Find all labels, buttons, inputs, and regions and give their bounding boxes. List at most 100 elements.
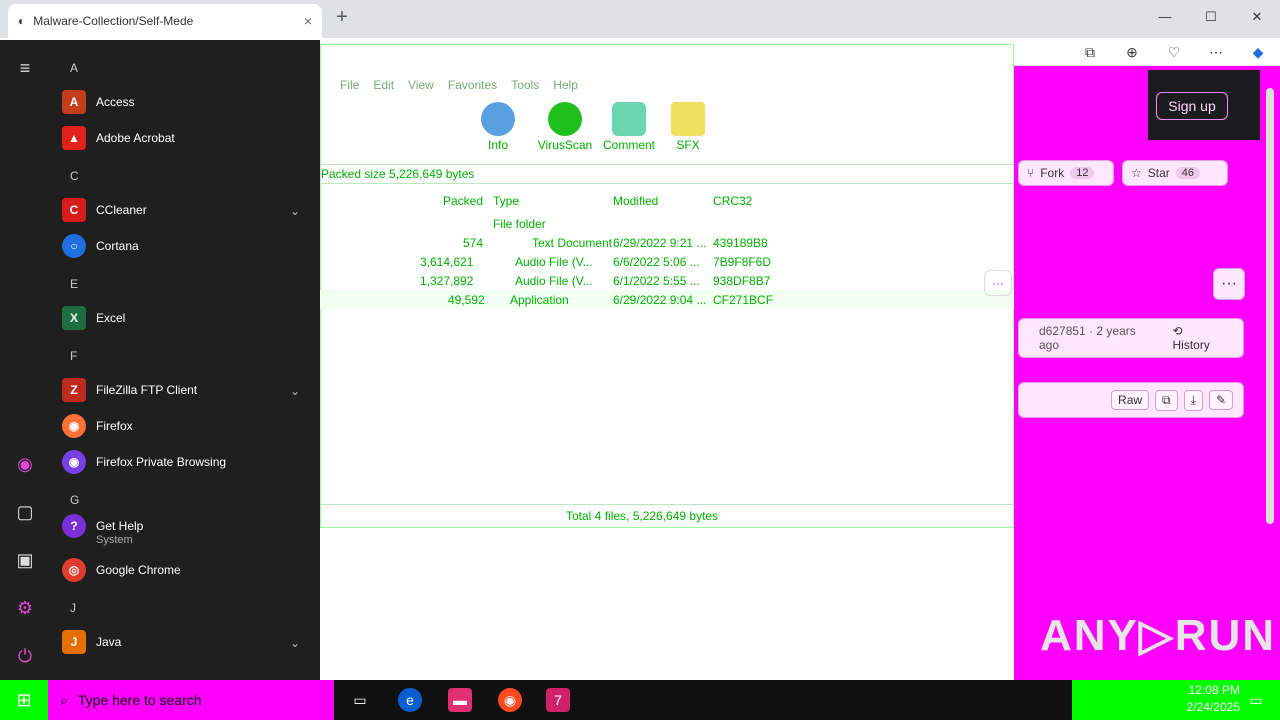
app-access[interactable]: A Access <box>62 84 135 120</box>
notifications-icon[interactable]: ▭ <box>1244 688 1268 712</box>
menu-edit[interactable]: Edit <box>373 78 394 96</box>
menu-view[interactable]: View <box>408 78 434 96</box>
settings-icon[interactable]: ⚙ <box>13 596 37 620</box>
menu-help[interactable]: Help <box>553 78 578 96</box>
star-label: Star <box>1147 166 1170 180</box>
clock-time: 12:08 PM <box>1188 683 1240 697</box>
cell-packed: 1,327,892 <box>420 274 474 288</box>
window-controls: — ☐ ✕ <box>1142 0 1280 34</box>
menu-favorites[interactable]: Favorites <box>448 78 497 96</box>
extensions-icon[interactable]: ⊕ <box>1118 40 1146 64</box>
info-button[interactable]: Info <box>466 98 530 152</box>
cell-type: Audio File (V... <box>515 255 593 269</box>
cell-type: Text Document <box>532 236 613 250</box>
history-icon: ⟲ <box>1172 324 1183 338</box>
menu-tools[interactable]: Tools <box>511 78 539 96</box>
letter-header[interactable]: E <box>70 277 78 291</box>
app-get-help[interactable]: ? Get Help System <box>62 508 143 546</box>
firefox-private-icon: ◉ <box>62 450 86 474</box>
edit-icon[interactable]: ✎ <box>1208 390 1233 410</box>
more-options-button[interactable]: ··· <box>1213 268 1245 300</box>
cell-packed: 49,592 <box>448 293 485 307</box>
app-firefox[interactable]: ◉ Firefox <box>62 408 133 444</box>
table-row[interactable]: File folder <box>320 214 1014 233</box>
archive-more-button[interactable]: ··· <box>984 270 1012 296</box>
tab-title: Malware-Collection/Self-Mede <box>33 14 194 28</box>
table-row[interactable]: 49,592 Application 6/29/2022 9:04 ... CF… <box>320 290 1014 309</box>
chevron-down-icon[interactable]: ⌄ <box>290 636 300 650</box>
browser-tab[interactable]: ◐ Malware-Collection/Self-Mede × <box>8 4 322 38</box>
letter-header[interactable]: C <box>70 169 79 183</box>
documents-icon[interactable]: ▢ <box>13 500 37 524</box>
fork-button[interactable]: ⑂ Fork 12 <box>1018 160 1114 186</box>
start-button[interactable]: ⊞ <box>0 680 48 720</box>
chevron-down-icon[interactable]: ⌄ <box>290 204 300 218</box>
pictures-icon[interactable]: ▣ <box>13 548 37 572</box>
cell-packed: 574 <box>463 236 484 250</box>
collections-icon[interactable]: ⧉ <box>1076 40 1104 64</box>
history-button[interactable]: ⟲ History <box>1173 324 1224 352</box>
scrollbar[interactable] <box>1266 88 1274 524</box>
maximize-button[interactable]: ☐ <box>1188 0 1234 34</box>
col-modified[interactable]: Modified <box>613 194 658 208</box>
minimize-button[interactable]: — <box>1142 0 1188 34</box>
app-firefox-private[interactable]: ◉ Firefox Private Browsing <box>62 444 226 480</box>
anyrun-watermark: ANY▷RUN <box>1040 611 1277 660</box>
file-explorer-icon[interactable]: ▬ <box>448 688 472 712</box>
letter-header[interactable]: J <box>70 601 76 615</box>
task-view-icon[interactable]: ▭ <box>348 688 372 712</box>
table-row[interactable]: 1,327,892 Audio File (V... 6/1/2022 5:55… <box>320 271 1014 290</box>
sfx-button[interactable]: SFX <box>656 98 720 152</box>
favorites-icon[interactable]: ♡ <box>1160 40 1188 64</box>
app-filezilla[interactable]: Z FileZilla FTP Client <box>62 372 197 408</box>
table-row[interactable]: 3,614,621 Audio File (V... 6/6/2022 5:06… <box>320 252 1014 271</box>
clock[interactable]: 12:08 PM 2/24/2025 <box>1160 682 1240 716</box>
commit-bar: d627851 · 2 years ago ⟲ History <box>1018 318 1244 358</box>
virusscan-button[interactable]: VirusScan <box>533 98 597 152</box>
search-icon: ⌕ <box>60 691 68 708</box>
user-icon[interactable]: ◉ <box>13 452 37 476</box>
search-box[interactable]: ⌕ Type here to search <box>48 680 334 720</box>
taskbar: ⊞ ⌕ Type here to search ▭ e ▬ ◉ 7 12:08 … <box>0 680 1280 720</box>
excel-icon: X <box>62 306 86 330</box>
power-icon[interactable]: ⏻ <box>13 644 37 668</box>
close-window-button[interactable]: ✕ <box>1234 0 1280 34</box>
firefox-taskbar-icon[interactable]: ◉ <box>498 688 522 712</box>
cell-modified: 6/1/2022 5:55 ... <box>613 274 700 288</box>
app-adobe-acrobat[interactable]: ▲ Adobe Acrobat <box>62 120 175 156</box>
letter-header[interactable]: A <box>70 61 78 75</box>
archive-path-bar[interactable]: Packed size 5,226,649 bytes <box>320 164 1014 184</box>
commit-info[interactable]: d627851 · 2 years ago <box>1039 324 1159 352</box>
col-crc32[interactable]: CRC32 <box>713 194 752 208</box>
letter-header[interactable]: G <box>70 493 79 507</box>
col-type[interactable]: Type <box>493 194 519 208</box>
app-cortana[interactable]: ○ Cortana <box>62 228 139 264</box>
chevron-down-icon[interactable]: ⌄ <box>290 384 300 398</box>
copy-icon[interactable]: ⧉ <box>1155 389 1178 411</box>
app-label: Firefox Private Browsing <box>96 455 227 469</box>
menu-file[interactable]: File <box>340 78 359 96</box>
filezilla-icon: Z <box>62 378 86 402</box>
col-packed[interactable]: Packed <box>443 194 483 208</box>
download-icon[interactable]: ⤓ <box>1183 389 1203 411</box>
app-excel[interactable]: X Excel <box>62 300 125 336</box>
app-google-chrome[interactable]: ◎ Google Chrome <box>62 552 181 588</box>
star-button[interactable]: ☆ Star 46 <box>1122 160 1228 186</box>
comment-button[interactable]: Comment <box>597 98 661 152</box>
app-ccleaner[interactable]: C CCleaner <box>62 192 147 228</box>
archive-app-icon[interactable]: 7 <box>546 688 570 712</box>
status-total: Total 4 files, 5,226,649 bytes <box>566 509 719 523</box>
hamburger-icon[interactable]: ≡ <box>13 56 37 80</box>
edge-icon[interactable]: e <box>398 688 422 712</box>
letter-header[interactable]: F <box>70 349 77 363</box>
cell-modified: 6/29/2022 9:04 ... <box>613 293 707 307</box>
copilot-icon[interactable]: ◆ <box>1244 40 1272 64</box>
table-row[interactable]: 574 Text Document 6/29/2022 9:21 ... 439… <box>320 233 1014 252</box>
tab-close-icon[interactable]: × <box>304 13 312 29</box>
signup-button[interactable]: Sign up <box>1156 92 1228 120</box>
packed-size-text: Packed size 5,226,649 bytes <box>321 167 475 181</box>
new-tab-button[interactable]: + <box>330 6 354 30</box>
more-icon[interactable]: ⋯ <box>1202 40 1230 64</box>
raw-button[interactable]: Raw <box>1111 390 1150 410</box>
app-java[interactable]: J Java <box>62 624 121 660</box>
